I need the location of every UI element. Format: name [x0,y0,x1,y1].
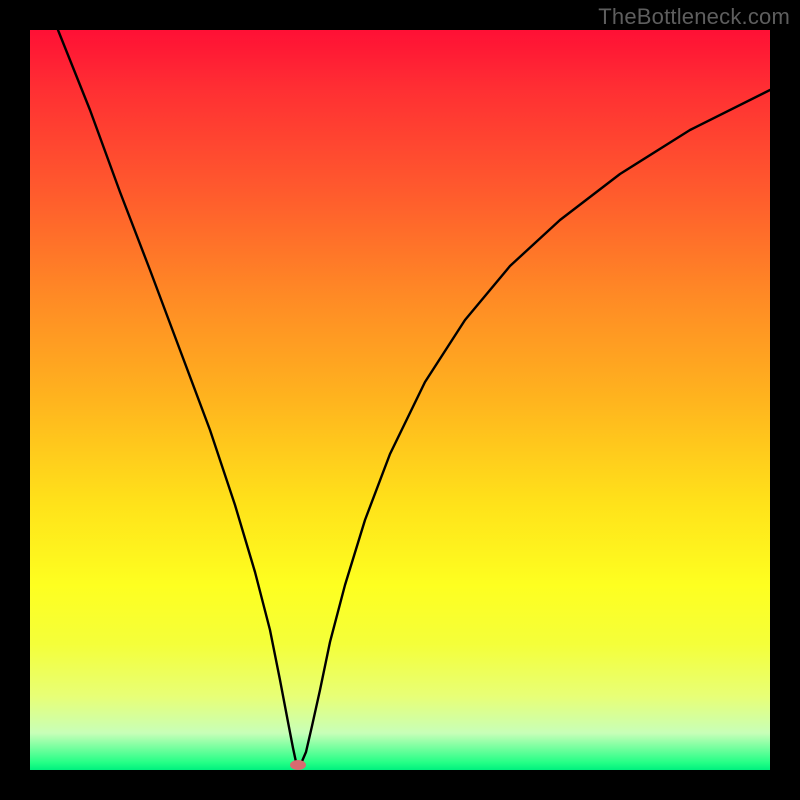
chart-frame: TheBottleneck.com [0,0,800,800]
curve-minimum-marker [290,760,306,770]
plot-area [30,30,770,770]
curve-layer [30,30,770,770]
watermark-label: TheBottleneck.com [598,4,790,30]
bottleneck-curve [58,30,770,766]
